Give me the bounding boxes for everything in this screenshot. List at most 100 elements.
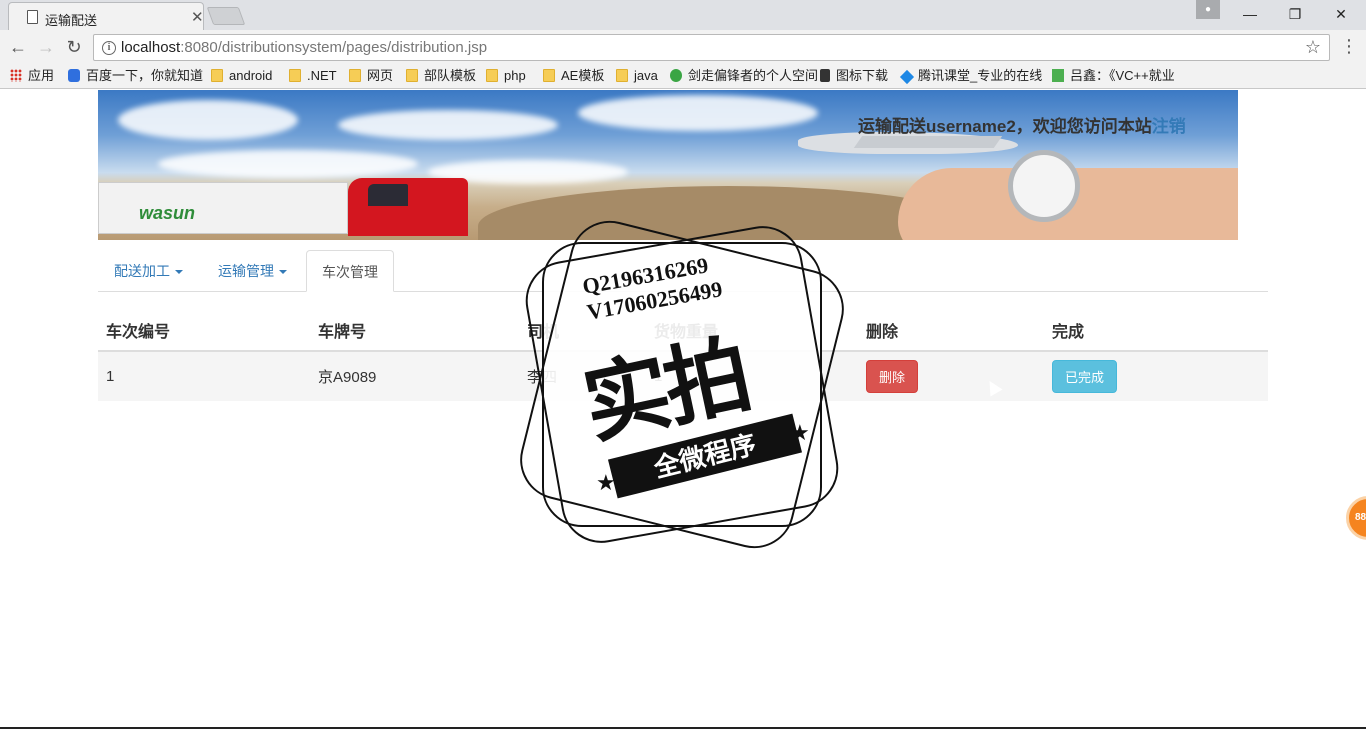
tab-trip-management[interactable]: 车次管理	[306, 250, 394, 292]
bookmark-web[interactable]: 网页	[349, 67, 393, 85]
col-delete: 删除	[858, 310, 1044, 352]
cell-weight: 1	[646, 350, 858, 401]
folder-icon	[289, 69, 301, 82]
logout-link[interactable]: 注销	[1152, 117, 1186, 136]
green-c-icon	[670, 69, 682, 82]
cell-delete: 删除	[858, 350, 1044, 401]
col-trip-id: 车次编号	[98, 310, 310, 352]
caret-down-icon	[279, 270, 287, 274]
folder-icon	[349, 69, 361, 82]
bookmark-label: AE模板	[561, 68, 605, 83]
bookmark-star-icon[interactable]: ☆	[1305, 37, 1321, 58]
browser-tab[interactable]: 运输配送 ✕	[8, 2, 204, 30]
tab-distribution-processing[interactable]: 配送加工	[99, 250, 198, 292]
cell-driver: 李四	[519, 350, 646, 401]
floating-badge[interactable]: 88	[1346, 496, 1366, 540]
forward-icon[interactable]: →	[34, 35, 58, 59]
bookmark-net[interactable]: .NET	[289, 67, 337, 85]
completed-button[interactable]: 已完成	[1052, 360, 1118, 393]
welcome-text: 运输配送username2，欢迎您访问本站	[858, 117, 1152, 136]
close-window-button[interactable]: ✕	[1331, 4, 1351, 24]
table-row: 1 京A9089 李四 1 删除 已完成	[98, 350, 1268, 401]
bookmark-label: php	[504, 68, 526, 83]
col-driver: 司机	[519, 310, 646, 352]
bookmark-label: 剑走偏锋者的个人空间	[688, 68, 819, 83]
bookmark-vc-course[interactable]: 吕鑫：《VC++就业	[1052, 67, 1175, 85]
url-host: localhost	[121, 39, 181, 56]
bookmark-android[interactable]: android	[211, 67, 272, 85]
tab-title: 运输配送	[45, 13, 98, 28]
tab-label: 车次管理	[322, 264, 378, 280]
cell-trip-id: 1	[98, 350, 310, 401]
url-text[interactable]: localhost:8080/distributionsystem/pages/…	[121, 39, 487, 56]
stamp-ribbon: 全微程序	[607, 413, 803, 499]
truck-trailer: wasun	[98, 182, 348, 234]
cloud	[158, 150, 418, 178]
url-path: :8080/distributionsystem/pages/distribut…	[180, 39, 488, 56]
stamp-ribbon-text: 全微程序	[650, 428, 760, 484]
back-icon[interactable]: ←	[6, 35, 30, 59]
bookmark-label: 吕鑫：《VC++就业	[1070, 68, 1175, 83]
cloud	[578, 95, 818, 131]
cloud	[118, 100, 298, 140]
trip-table: 车次编号 车牌号 司机 货物重量 删除 完成 1 京A9089 李四 1 删除 …	[98, 310, 1268, 401]
tab-label: 配送加工	[114, 263, 170, 279]
browser-menu-icon[interactable]: ⋮	[1340, 36, 1358, 58]
bookmark-label: 网页	[367, 68, 394, 83]
browser-titlebar: 运输配送 ✕ ● — ❐ ✕	[0, 0, 1366, 30]
bookmark-army-template[interactable]: 部队模板	[406, 67, 476, 85]
col-complete: 完成	[1044, 310, 1268, 352]
bookmark-label: 百度一下，你就知道	[86, 68, 204, 83]
star-icon: ★	[790, 420, 810, 445]
bookmarks-bar: 应用 百度一下，你就知道 android .NET 网页 部队模板 php AE…	[0, 64, 1366, 89]
bookmark-tencent-class[interactable]: 腾讯课堂_专业的在线	[899, 67, 1043, 85]
folder-icon	[211, 69, 223, 82]
table-header-row: 车次编号 车牌号 司机 货物重量 删除 完成	[98, 310, 1268, 352]
bookmark-label: 应用	[28, 68, 55, 83]
new-tab-button[interactable]	[206, 7, 246, 25]
truck-cab	[348, 178, 468, 236]
folder-icon	[486, 69, 498, 82]
header-banner: wasun 运输配送username2，欢迎您访问本站注销	[98, 90, 1238, 240]
bookmark-java[interactable]: java	[616, 67, 658, 85]
download-icon	[820, 69, 830, 82]
star-icon: ★	[596, 470, 616, 495]
bookmark-apps[interactable]: 应用	[10, 67, 54, 85]
bookmark-icon-download[interactable]: 图标下载	[820, 67, 888, 85]
welcome-message: 运输配送username2，欢迎您访问本站注销	[858, 112, 1186, 137]
bookmark-baidu[interactable]: 百度一下，你就知道	[68, 67, 203, 85]
info-icon[interactable]: i	[102, 41, 116, 55]
bookmark-label: 部队模板	[424, 68, 477, 83]
reload-icon[interactable]: ↻	[62, 35, 86, 59]
main-nav-tabs: 配送加工 运输管理 车次管理	[98, 250, 1268, 292]
profile-icon[interactable]: ●	[1196, 0, 1220, 19]
folder-icon	[616, 69, 628, 82]
tab-label: 运输管理	[218, 263, 274, 279]
delete-button[interactable]: 删除	[866, 360, 919, 393]
folder-icon	[406, 69, 418, 82]
bookmark-label: 腾讯课堂_专业的在线	[918, 68, 1043, 83]
minimize-button[interactable]: —	[1240, 4, 1260, 24]
apps-grid-icon	[10, 69, 22, 82]
tencent-icon	[899, 69, 915, 85]
address-bar[interactable]: i localhost:8080/distributionsystem/page…	[93, 34, 1330, 61]
bookmark-php[interactable]: php	[486, 67, 526, 85]
stopwatch-icon	[1008, 150, 1080, 222]
bookmark-label: android	[229, 68, 273, 83]
airplane-wing	[853, 136, 1003, 148]
col-cargo-weight: 货物重量	[646, 310, 858, 352]
col-plate: 车牌号	[310, 310, 519, 352]
bookmark-ae-template[interactable]: AE模板	[543, 67, 604, 85]
restore-button[interactable]: ❐	[1285, 4, 1305, 24]
bookmark-label: .NET	[307, 68, 337, 83]
bookmark-personal-space[interactable]: 剑走偏锋者的个人空间	[670, 67, 818, 85]
truck-window	[368, 184, 408, 206]
tab-transport-management[interactable]: 运输管理	[203, 250, 302, 292]
cell-complete: 已完成	[1044, 350, 1268, 401]
bookmark-label: 图标下载	[836, 68, 889, 83]
book-icon	[1052, 69, 1064, 82]
folder-icon	[543, 69, 555, 82]
close-tab-icon[interactable]: ✕	[191, 8, 204, 26]
page-icon	[27, 10, 38, 24]
cell-plate: 京A9089	[310, 350, 519, 401]
